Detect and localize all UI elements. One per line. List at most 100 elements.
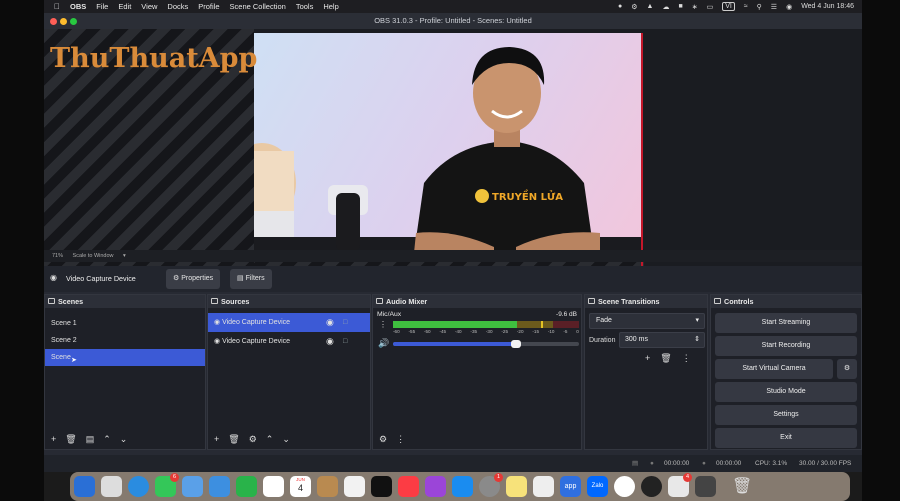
source-item-selected[interactable]: ◉ Video Capture Device ◉ □ (208, 313, 370, 332)
control-center-icon[interactable]: ☰ (771, 3, 777, 11)
properties-button[interactable]: ⚙ Properties (166, 269, 221, 289)
add-source-icon[interactable]: + (214, 434, 219, 444)
stream-dot-icon: ● (650, 460, 654, 467)
maps-app-icon[interactable] (182, 476, 203, 497)
trash-icon[interactable]: 🗑 (732, 476, 753, 497)
zalo-app-icon[interactable]: Zalo (587, 476, 608, 497)
freeform-app-icon[interactable] (533, 476, 554, 497)
menu-help[interactable]: Help (323, 2, 338, 11)
photos-app-icon[interactable] (263, 476, 284, 497)
podcasts-app-icon[interactable] (425, 476, 446, 497)
menu-profile[interactable]: Profile (198, 2, 219, 11)
record-status-icon[interactable]: ● (618, 3, 622, 10)
menubar-clock[interactable]: Wed 4 Jun 18:46 (801, 3, 854, 10)
settings-button[interactable]: Settings (715, 405, 857, 425)
notes-app-icon[interactable] (317, 476, 338, 497)
volume-slider[interactable] (393, 340, 579, 348)
move-down-icon[interactable]: ⌄ (282, 434, 290, 445)
speaker-icon[interactable]: 🔊 (378, 338, 389, 349)
filters-icon[interactable]: ▤ (86, 434, 95, 445)
finder-app-icon[interactable] (74, 476, 95, 497)
scale-mode-select[interactable]: Scale to Window (73, 253, 114, 259)
safari-app-icon[interactable] (128, 476, 149, 497)
music-app-icon[interactable] (398, 476, 419, 497)
exit-button[interactable]: Exit (715, 428, 857, 448)
battery-icon[interactable]: ▭ (707, 3, 714, 11)
duration-value: 300 ms (625, 336, 648, 343)
move-down-icon[interactable]: ⌄ (120, 434, 128, 445)
start-recording-button[interactable]: Start Recording (715, 336, 857, 356)
apple-icon[interactable]:  (54, 2, 60, 11)
gear-status-icon[interactable]: ⚙ (631, 3, 637, 11)
add-scene-icon[interactable]: + (51, 434, 56, 444)
reminders-app-icon[interactable] (344, 476, 365, 497)
move-up-icon[interactable]: ⌃ (266, 434, 274, 445)
video-capture-feed[interactable]: TRUYỀN LỬA (254, 33, 642, 253)
scene-item-selected[interactable]: Scene ➤ (45, 349, 205, 366)
minimize-window-button[interactable] (60, 18, 67, 25)
zoom-level: 71% (52, 253, 64, 259)
input-source-badge[interactable]: VI (722, 2, 735, 11)
channel-menu-icon[interactable]: ⋮ (379, 320, 387, 329)
obs-app-icon[interactable] (641, 476, 662, 497)
app-icon[interactable]: app (560, 476, 581, 497)
lock-icon[interactable]: □ (343, 313, 347, 332)
scene-item[interactable]: Scene 1 (45, 315, 205, 332)
studio-mode-button[interactable]: Studio Mode (715, 382, 857, 402)
bluetooth-icon[interactable]: ∗ (692, 3, 698, 11)
finder-window-icon[interactable] (695, 476, 716, 497)
advanced-audio-icon[interactable]: ⚙ (379, 434, 387, 445)
lock-icon[interactable]: ■ (678, 3, 682, 10)
other-badge: 4 (683, 473, 692, 482)
eye-icon[interactable]: ◉ (326, 313, 334, 332)
calendar-month: JUN (296, 477, 305, 482)
zoom-window-button[interactable] (70, 18, 77, 25)
launchpad-app-icon[interactable] (101, 476, 122, 497)
menu-docks[interactable]: Docks (167, 2, 188, 11)
menu-view[interactable]: View (141, 2, 157, 11)
system-settings-app-icon[interactable]: 1 (479, 473, 503, 497)
vpn-icon[interactable]: ▲ (647, 3, 654, 10)
eye-icon[interactable]: ◉ (326, 332, 334, 351)
source-item[interactable]: ◉ Video Capture Device ◉ □ (208, 332, 370, 351)
virtual-camera-settings-button[interactable]: ⚙ (837, 359, 857, 379)
app-store-icon[interactable] (452, 476, 473, 497)
messages-app-icon[interactable]: 6 (155, 473, 179, 497)
siri-icon[interactable]: ◉ (786, 3, 792, 11)
source-properties-icon[interactable]: ⚙ (249, 434, 257, 445)
menu-app-name[interactable]: OBS (70, 2, 86, 11)
search-icon[interactable]: ⚲ (757, 3, 762, 11)
cloud-icon[interactable]: ☁ (662, 3, 669, 11)
duration-spinbox[interactable]: 300 ms ⇕ (619, 332, 705, 348)
menu-edit[interactable]: Edit (118, 2, 131, 11)
menu-scene-collection[interactable]: Scene Collection (230, 2, 286, 11)
move-up-icon[interactable]: ⌃ (103, 434, 111, 445)
start-streaming-button[interactable]: Start Streaming (715, 313, 857, 333)
add-transition-icon[interactable]: + (645, 353, 650, 364)
lock-icon[interactable]: □ (343, 332, 347, 351)
wifi-icon[interactable]: ≈ (744, 3, 748, 10)
preview-canvas[interactable]: TRUYỀN LỬA ThuThuatApp (44, 29, 862, 266)
transition-select[interactable]: Fade ▾ (589, 313, 705, 329)
remove-scene-icon[interactable]: 🗑 (65, 434, 76, 445)
close-window-button[interactable] (50, 18, 57, 25)
apple-tv-app-icon[interactable] (371, 476, 392, 497)
menu-tools[interactable]: Tools (296, 2, 314, 11)
facetime-app-icon[interactable] (236, 476, 257, 497)
scene-item[interactable]: Scene 2 (45, 332, 205, 349)
mixer-menu-icon[interactable]: ⋮ (396, 434, 405, 445)
stickies-app-icon[interactable] (506, 476, 527, 497)
remove-source-icon[interactable]: 🗑 (228, 434, 239, 445)
volume-slider-handle[interactable] (510, 340, 521, 348)
mail-app-icon[interactable] (209, 476, 230, 497)
chrome-app-icon[interactable] (614, 476, 635, 497)
start-virtual-camera-button[interactable]: Start Virtual Camera (715, 359, 833, 379)
remove-transition-icon[interactable]: 🗑 (660, 353, 671, 364)
transition-menu-icon[interactable]: ⋮ (682, 353, 691, 364)
photo-app-icon[interactable]: 4 (668, 473, 692, 497)
calendar-app-icon[interactable]: JUN 4 (290, 476, 311, 497)
chevron-down-icon[interactable]: ▾ (123, 253, 126, 259)
stepper-icon[interactable]: ⇕ (694, 333, 700, 347)
filters-button[interactable]: ▤ Filters (230, 269, 272, 289)
menu-file[interactable]: File (96, 2, 108, 11)
